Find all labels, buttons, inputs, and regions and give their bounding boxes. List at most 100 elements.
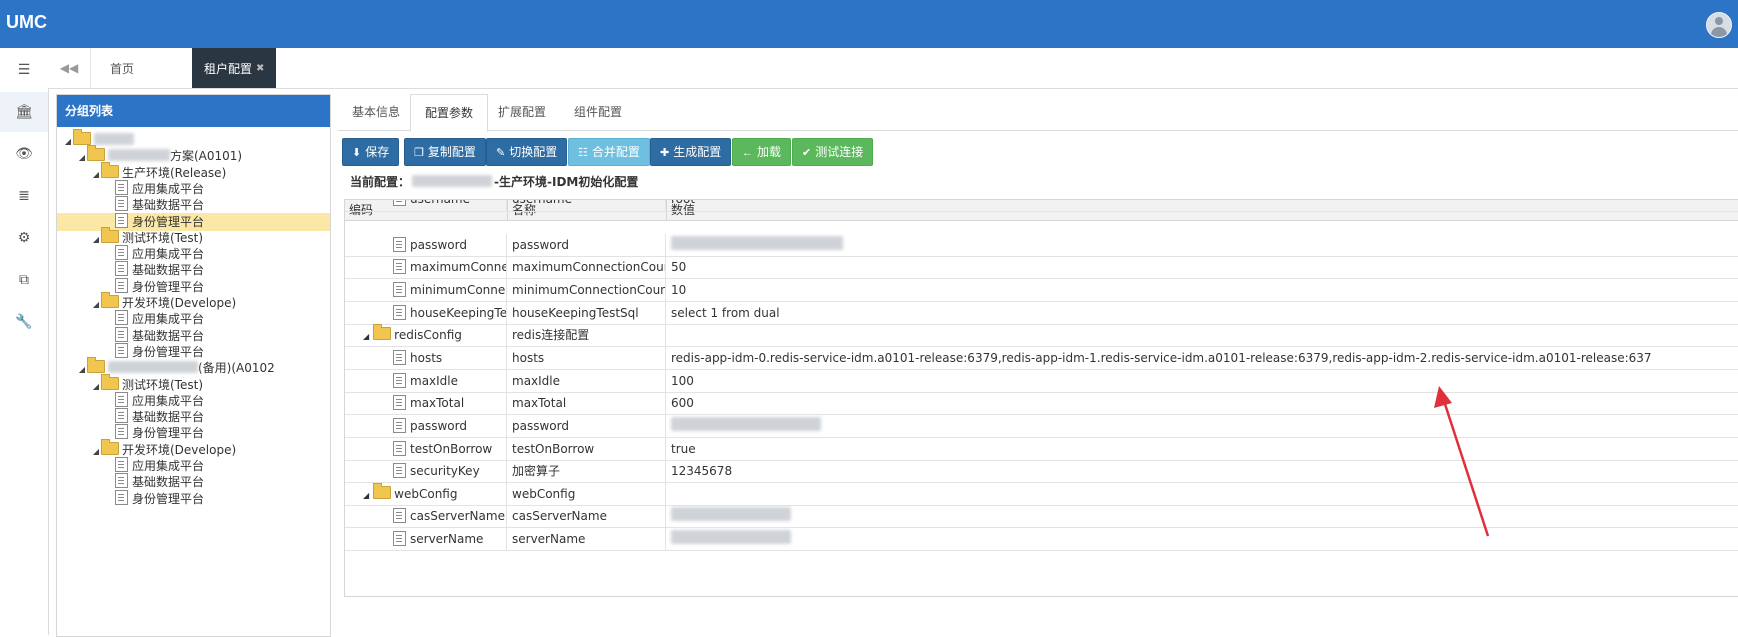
table-row[interactable]: maxIdle maxIdle 100	[345, 369, 1738, 393]
cell-value[interactable]	[667, 415, 1738, 437]
table-row[interactable]: casServerName casServerName	[345, 505, 1738, 529]
test-connection-button[interactable]: ✔ 测试连接	[792, 138, 874, 166]
table-row[interactable]: houseKeepingTesthouseKeepingTestSql selec…	[345, 301, 1738, 325]
cell-value[interactable]	[667, 234, 1738, 256]
eye-icon[interactable]: 👁	[0, 134, 48, 174]
cell-value[interactable]	[667, 528, 1738, 550]
cell-value[interactable]: redis-app-idm-0.redis-service-idm.a0101-…	[667, 347, 1738, 369]
cell-value[interactable]: 10	[667, 279, 1738, 301]
tree-leaf-node[interactable]: 应用集成平台	[57, 457, 330, 475]
wrench-icon[interactable]: 🔧	[0, 302, 48, 342]
folder-icon	[87, 357, 105, 374]
table-row[interactable]: ◢ redisConfig redis连接配置	[345, 324, 1738, 348]
param-code: securityKey	[410, 464, 480, 479]
cell-name: maxIdle	[508, 369, 666, 392]
tree-folder-node[interactable]: ◢ 测试环境(Test)	[57, 373, 330, 394]
cell-value[interactable]: 50	[667, 256, 1738, 278]
tab-scroll-left-icon[interactable]: ◀◀	[48, 48, 91, 88]
user-avatar[interactable]	[1706, 12, 1732, 38]
tree-leaf-node[interactable]: 应用集成平台	[57, 310, 330, 328]
rail-toggle-icon[interactable]: ☰	[0, 50, 48, 90]
tree-folder-node[interactable]: ◢ 开发环境(Develope)	[57, 438, 330, 459]
switch-config-button[interactable]: ✎ 切换配置	[486, 138, 568, 166]
tree-leaf-node[interactable]: 基础数据平台	[57, 408, 330, 426]
cell-value[interactable]: 100	[667, 370, 1738, 392]
tab-component-config[interactable]: 组件配置	[560, 94, 636, 130]
file-icon	[115, 342, 128, 358]
table-row[interactable]: maximumConnectmaximumConnectionCount 50	[345, 256, 1738, 280]
icon-rail: ☰ 🏛 👁 ≣ ⚙ ⧉ 🔧	[0, 48, 49, 635]
save-button[interactable]: ⬇ 保存	[342, 138, 400, 166]
tree-leaf-node[interactable]: 应用集成平台	[57, 245, 330, 263]
tree-leaf-node[interactable]: 身份管理平台	[57, 342, 330, 361]
app-brand[interactable]: UMC	[6, 12, 47, 33]
gear-icon[interactable]: ⚙	[0, 218, 48, 258]
table-row[interactable]: minimumConnectiminimumConnectionCount 10	[345, 278, 1738, 302]
table-row[interactable]: password password	[345, 414, 1738, 438]
copy-config-button[interactable]: ❐ 复制配置	[404, 138, 486, 166]
tree-expand-icon[interactable]: ◢	[363, 491, 369, 500]
cell-value[interactable]: true	[667, 438, 1738, 460]
list-icon[interactable]: ≣	[0, 176, 48, 216]
tree-leaf-node[interactable]: 身份管理平台	[57, 489, 330, 508]
sitemap-icon[interactable]: ⧉	[0, 260, 48, 300]
tree-leaf-node[interactable]: 应用集成平台	[57, 179, 330, 198]
file-icon	[115, 326, 128, 342]
current-config-suffix: -生产环境-IDM初始化配置	[494, 175, 639, 189]
table-row[interactable]: ◢ webConfig webConfig	[345, 482, 1738, 506]
tree-node-label: 应用集成平台	[132, 312, 205, 327]
tab-close-icon[interactable]: ✖	[256, 63, 264, 74]
table-row[interactable]: serverName serverName	[345, 528, 1738, 552]
folder-icon	[73, 129, 91, 145]
cell-value[interactable]	[667, 324, 1738, 346]
cell-code: hosts	[345, 346, 507, 369]
tab-config-params[interactable]: 配置参数	[410, 94, 489, 132]
table-row[interactable]: maxTotal maxTotal 600	[345, 392, 1738, 416]
cell-value[interactable]	[667, 505, 1738, 527]
tree-folder-node[interactable]: ◢ 测试环境(Test)	[57, 226, 330, 247]
table-row[interactable]: username username root	[345, 200, 1738, 212]
tree-folder-node[interactable]: ◢	[57, 129, 330, 149]
tree-leaf-node[interactable]: 身份管理平台	[57, 212, 330, 231]
tab-basic-info[interactable]: 基本信息	[338, 94, 414, 130]
file-icon	[115, 310, 128, 326]
tree-leaf-node[interactable]: 身份管理平台	[57, 424, 330, 442]
bank-icon[interactable]: 🏛	[0, 92, 48, 132]
tree-leaf-node[interactable]: 应用集成平台	[57, 391, 330, 410]
param-code: password	[410, 418, 467, 433]
generate-config-button[interactable]: ✚ 生成配置	[650, 138, 732, 166]
tree-folder-node[interactable]: ◢ 方案(A0101)	[57, 145, 330, 165]
tree-leaf-node[interactable]: 基础数据平台	[57, 326, 330, 345]
cell-value[interactable]: 12345678	[667, 460, 1738, 482]
tab-home[interactable]: 首页	[90, 48, 154, 88]
redacted-name	[108, 361, 198, 374]
tree-folder-node[interactable]: ◢ 生产环境(Release)	[57, 161, 330, 182]
cell-value[interactable]: root	[667, 200, 1738, 210]
cell-value[interactable]	[667, 483, 1738, 505]
table-row[interactable]: testOnBorrow testOnBorrow true	[345, 437, 1738, 461]
cell-code: minimumConnecti	[345, 278, 507, 301]
tree-leaf-node[interactable]: 基础数据平台	[57, 261, 330, 279]
tree-leaf-node[interactable]: 身份管理平台	[57, 277, 330, 296]
cell-value[interactable]: select 1 from dual	[667, 302, 1738, 324]
tab-extended-config[interactable]: 扩展配置	[484, 94, 560, 130]
table-row[interactable]: password password	[345, 233, 1738, 257]
merge-config-button[interactable]: ☷ 合并配置	[568, 138, 650, 166]
file-icon	[393, 259, 406, 275]
tab-tenant-config[interactable]: 租户配置 ✖	[192, 48, 277, 88]
tree-folder-node[interactable]: ◢ (备用)(A0102	[57, 357, 330, 377]
tree-leaf-node[interactable]: 基础数据平台	[57, 473, 330, 491]
table-row[interactable]: hosts hosts redis-app-idm-0.redis-service-…	[345, 346, 1738, 370]
cell-code: username	[345, 200, 507, 210]
tree-leaf-node[interactable]: 基础数据平台	[57, 196, 330, 214]
cell-value[interactable]: 600	[667, 392, 1738, 414]
load-button[interactable]: ← 加载	[732, 138, 792, 166]
redacted-name	[94, 133, 134, 145]
tree-node-label: 身份管理平台	[132, 279, 205, 294]
table-row[interactable]: securityKey 加密算子 12345678	[345, 460, 1738, 484]
cell-code: maximumConnect	[345, 256, 507, 279]
current-config-label: 当前配置： -生产环境-IDM初始化配置	[350, 173, 638, 190]
tree-folder-node[interactable]: ◢ 开发环境(Develope)	[57, 292, 330, 312]
tree-expand-icon[interactable]: ◢	[363, 332, 369, 341]
folder-icon	[101, 161, 119, 178]
